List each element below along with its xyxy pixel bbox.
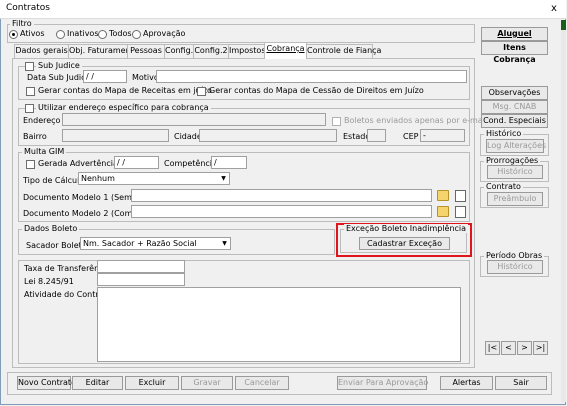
cep-input[interactable]: - bbox=[420, 129, 465, 142]
periodo-obras-title: Período Obras bbox=[484, 251, 545, 260]
new-document-icon[interactable] bbox=[455, 190, 466, 202]
boletos-email-checkbox[interactable] bbox=[332, 117, 341, 126]
tab-dados-gerais[interactable]: Dados gerais bbox=[14, 44, 69, 58]
close-icon[interactable]: x bbox=[546, 2, 562, 16]
cond-especiais-button[interactable]: Cond. Especiais bbox=[481, 114, 548, 128]
gravar-button[interactable]: Gravar bbox=[181, 376, 233, 390]
doc-modelo2-input[interactable] bbox=[131, 205, 432, 218]
gerar-cessao-checkbox[interactable] bbox=[197, 87, 206, 96]
data-sub-judice-input[interactable]: / / bbox=[83, 70, 127, 83]
sub-judice-title: Sub Judice bbox=[36, 61, 82, 70]
nav-next-button[interactable]: > bbox=[517, 341, 532, 355]
competencia-label: Competência bbox=[164, 159, 217, 168]
radio-aprovacao-label: Aprovação bbox=[143, 29, 186, 38]
sacador-boleto-label: Sacador Boleto bbox=[26, 241, 87, 250]
taxa-transferencia-input[interactable] bbox=[97, 260, 185, 273]
radio-todos-label: Todos bbox=[109, 29, 132, 38]
historico-title: Histórico bbox=[484, 129, 524, 138]
tab-cobranca-label: Cobrança bbox=[266, 44, 305, 53]
observacoes-button[interactable]: Observações bbox=[481, 86, 548, 100]
window-edge bbox=[561, 22, 566, 402]
endereco-especifico-checkbox[interactable] bbox=[25, 104, 34, 113]
itens-cobranca-button[interactable]: Itens Cobrança bbox=[481, 41, 548, 64]
radio-aprovacao[interactable] bbox=[132, 30, 141, 39]
filtro-title: Filtro bbox=[10, 19, 34, 28]
atividade-contrato-textarea[interactable] bbox=[97, 287, 461, 362]
cadastrar-excecao-button[interactable]: Cadastrar Exceção bbox=[359, 237, 450, 250]
cidade-input[interactable] bbox=[199, 129, 337, 142]
gerar-receitas-label: Gerar contas do Mapa de Receitas em juíz… bbox=[38, 86, 212, 95]
boletos-email-label: Boletos enviados apenas por e-mail bbox=[344, 116, 488, 125]
radio-ativos-label: Ativos bbox=[20, 29, 45, 38]
competencia-input[interactable]: / bbox=[211, 156, 247, 169]
cep-label: CEP bbox=[403, 132, 419, 141]
nav-prev-button[interactable]: < bbox=[501, 341, 516, 355]
aluguel-button[interactable]: Aluguel bbox=[481, 27, 548, 41]
folder-icon[interactable] bbox=[437, 206, 449, 217]
dados-boleto-title: Dados Boleto bbox=[22, 224, 80, 233]
chevron-down-icon: ▼ bbox=[221, 175, 226, 182]
edge-marker bbox=[561, 20, 566, 30]
tab-obj-faturamento[interactable]: Obj. Faturamento bbox=[68, 44, 139, 58]
motivo-input[interactable] bbox=[156, 70, 467, 83]
chevron-down-icon: ▼ bbox=[222, 240, 227, 247]
endereco-title: Utilizar endereço específico para cobran… bbox=[36, 103, 211, 112]
sacador-boleto-select[interactable]: Nm. Sacador + Razão Social ▼ bbox=[80, 237, 231, 250]
sacador-boleto-value: Nm. Sacador + Razão Social bbox=[83, 239, 197, 248]
gerar-cessao-label: Gerar contas do Mapa de Cessão de Direit… bbox=[209, 86, 424, 95]
nav-first-button[interactable]: |< bbox=[485, 341, 500, 355]
cancelar-button[interactable]: Cancelar bbox=[235, 376, 289, 390]
multa-gim-title: Multa GIM bbox=[22, 147, 67, 156]
editar-button[interactable]: Editar bbox=[72, 376, 123, 390]
prorrogacoes-title: Prorrogações bbox=[484, 156, 541, 165]
gerada-advertencia-checkbox[interactable] bbox=[26, 160, 35, 169]
preambulo-button[interactable]: Preâmbulo bbox=[487, 192, 543, 206]
window-title: Contratos bbox=[6, 3, 50, 13]
cidade-label: Cidade bbox=[174, 132, 202, 141]
gerada-advertencia-input[interactable]: / / bbox=[114, 156, 159, 169]
endereco-input[interactable] bbox=[62, 113, 326, 126]
tab-impostos[interactable]: Impostos bbox=[228, 44, 266, 58]
radio-ativos[interactable] bbox=[9, 30, 18, 39]
log-alteracoes-button[interactable]: Log Alterações bbox=[486, 139, 546, 153]
folder-icon[interactable] bbox=[437, 190, 449, 201]
tipo-calculo-value: Nenhum bbox=[81, 174, 115, 183]
data-sub-judice-label: Data Sub Judice bbox=[27, 73, 91, 82]
enviar-aprovacao-button[interactable]: Enviar Para Aprovação bbox=[337, 376, 428, 390]
gerar-receitas-checkbox[interactable] bbox=[26, 87, 35, 96]
contrato-title: Contrato bbox=[484, 182, 523, 191]
radio-inativos-label: Inativos bbox=[67, 29, 99, 38]
novo-contrato-button[interactable]: Novo Contrato bbox=[17, 376, 76, 390]
tab-config[interactable]: Config. bbox=[164, 44, 194, 58]
tab-config2[interactable]: Config.2 bbox=[193, 44, 229, 58]
sub-judice-checkbox[interactable] bbox=[25, 62, 34, 71]
alertas-button[interactable]: Alertas bbox=[440, 376, 493, 390]
tab-pessoas[interactable]: Pessoas bbox=[127, 44, 165, 58]
lei-label: Lei 8.245/91 bbox=[24, 277, 74, 286]
estado-input[interactable] bbox=[367, 129, 386, 142]
radio-inativos[interactable] bbox=[56, 30, 65, 39]
excecao-title: Exceção Boleto Inadimplência bbox=[344, 224, 469, 233]
tipo-calculo-select[interactable]: Nenhum ▼ bbox=[78, 172, 230, 185]
tab-controle-fianca[interactable]: Controle de Fiança bbox=[306, 44, 381, 58]
tab-cobranca[interactable]: Cobrança bbox=[264, 42, 307, 59]
bairro-label: Bairro bbox=[23, 132, 47, 141]
periodo-historico-button[interactable]: Histórico bbox=[487, 260, 543, 274]
tipo-calculo-label: Tipo de Cálculo bbox=[23, 176, 85, 185]
nav-last-button[interactable]: >| bbox=[533, 341, 548, 355]
doc-modelo1-input[interactable] bbox=[131, 189, 432, 202]
bairro-input[interactable] bbox=[62, 129, 169, 142]
lei-input[interactable] bbox=[97, 273, 185, 286]
sair-button[interactable]: Sair bbox=[495, 376, 547, 390]
radio-todos[interactable] bbox=[98, 30, 107, 39]
msg-cnab-button[interactable]: Msg. CNAB bbox=[481, 100, 548, 114]
new-document-icon[interactable] bbox=[455, 206, 466, 218]
prorrogacoes-historico-button[interactable]: Histórico bbox=[487, 165, 543, 179]
motivo-label: Motivo bbox=[132, 73, 159, 82]
excluir-button[interactable]: Excluir bbox=[125, 376, 179, 390]
title-bar: Contratos x bbox=[0, 0, 566, 19]
endereco-label: Endereço bbox=[23, 116, 61, 125]
